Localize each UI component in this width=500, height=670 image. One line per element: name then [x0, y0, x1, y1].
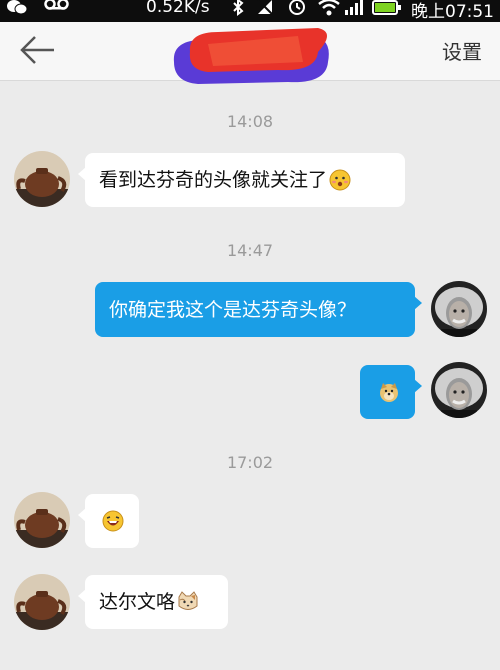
laughing-emoji-icon: [102, 510, 124, 532]
status-bar: 0.52K/s 晚上07:51: [0, 0, 500, 22]
message-bubble-received[interactable]: 达尔文咯: [78, 575, 228, 629]
bluetooth-icon: [232, 0, 244, 20]
message-bubble-sent[interactable]: 你确定我这个是达芬奇头像？: [95, 282, 422, 337]
back-button[interactable]: [18, 34, 58, 66]
teapot-avatar-icon: [14, 151, 70, 207]
redacted-contact-name: [168, 22, 338, 88]
wechat-notification-icon: [6, 0, 28, 20]
timestamp: 14:47: [226, 241, 274, 260]
my-avatar[interactable]: [431, 281, 487, 337]
teapot-avatar-icon: [14, 574, 70, 630]
message-bubble-sent[interactable]: [360, 365, 422, 419]
message-text: 达尔文咯: [99, 591, 176, 613]
message-text: 你确定我这个是达芬奇头像？: [109, 298, 357, 321]
arrow-left-icon: [18, 36, 58, 70]
contact-avatar[interactable]: [14, 492, 70, 548]
message-bubble-received[interactable]: 看到达芬奇的头像就关注了: [78, 153, 405, 207]
message-text: 看到达芬奇的头像就关注了: [99, 169, 328, 191]
settings-button[interactable]: 设置: [442, 36, 482, 65]
clock: 晚上07:51: [411, 2, 494, 22]
einstein-avatar-icon: [431, 281, 487, 337]
cat-face-emoji-icon: [177, 591, 199, 613]
my-avatar[interactable]: [431, 362, 487, 418]
alarm-icon: [288, 0, 306, 20]
battery-icon: [372, 0, 402, 20]
doge-emoji-icon: [378, 381, 400, 403]
teapot-avatar-icon: [14, 492, 70, 548]
timestamp: 17:02: [226, 453, 274, 472]
smiley-blush-emoji-icon: [329, 169, 351, 191]
chat-header: 设置: [0, 22, 500, 84]
einstein-avatar-icon: [431, 362, 487, 418]
contact-avatar[interactable]: [14, 151, 70, 207]
network-speed: 0.52K/s: [146, 0, 210, 17]
contact-avatar[interactable]: [14, 574, 70, 630]
wifi-icon: [318, 0, 340, 20]
timestamp: 14:08: [226, 112, 274, 131]
voicemail-icon: [44, 0, 70, 18]
no-signal-icon: [256, 0, 274, 20]
cell-signal-icon: [344, 0, 366, 20]
message-bubble-received[interactable]: [78, 494, 139, 548]
